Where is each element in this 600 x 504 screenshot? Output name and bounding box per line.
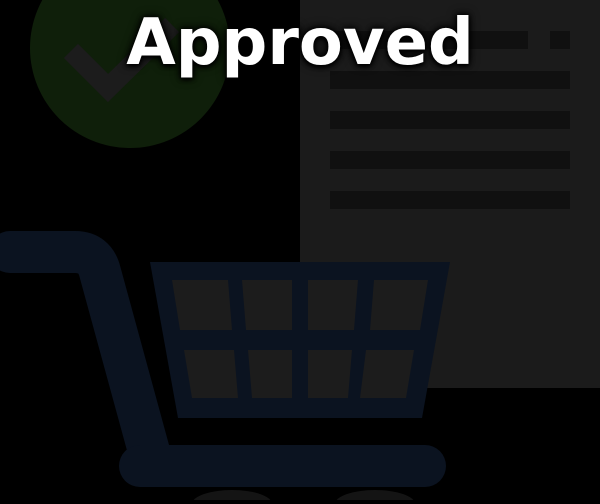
approval-illustration: Approved (0, 0, 600, 504)
shopping-cart-icon (0, 231, 450, 504)
approved-status-text: Approved (126, 6, 474, 80)
